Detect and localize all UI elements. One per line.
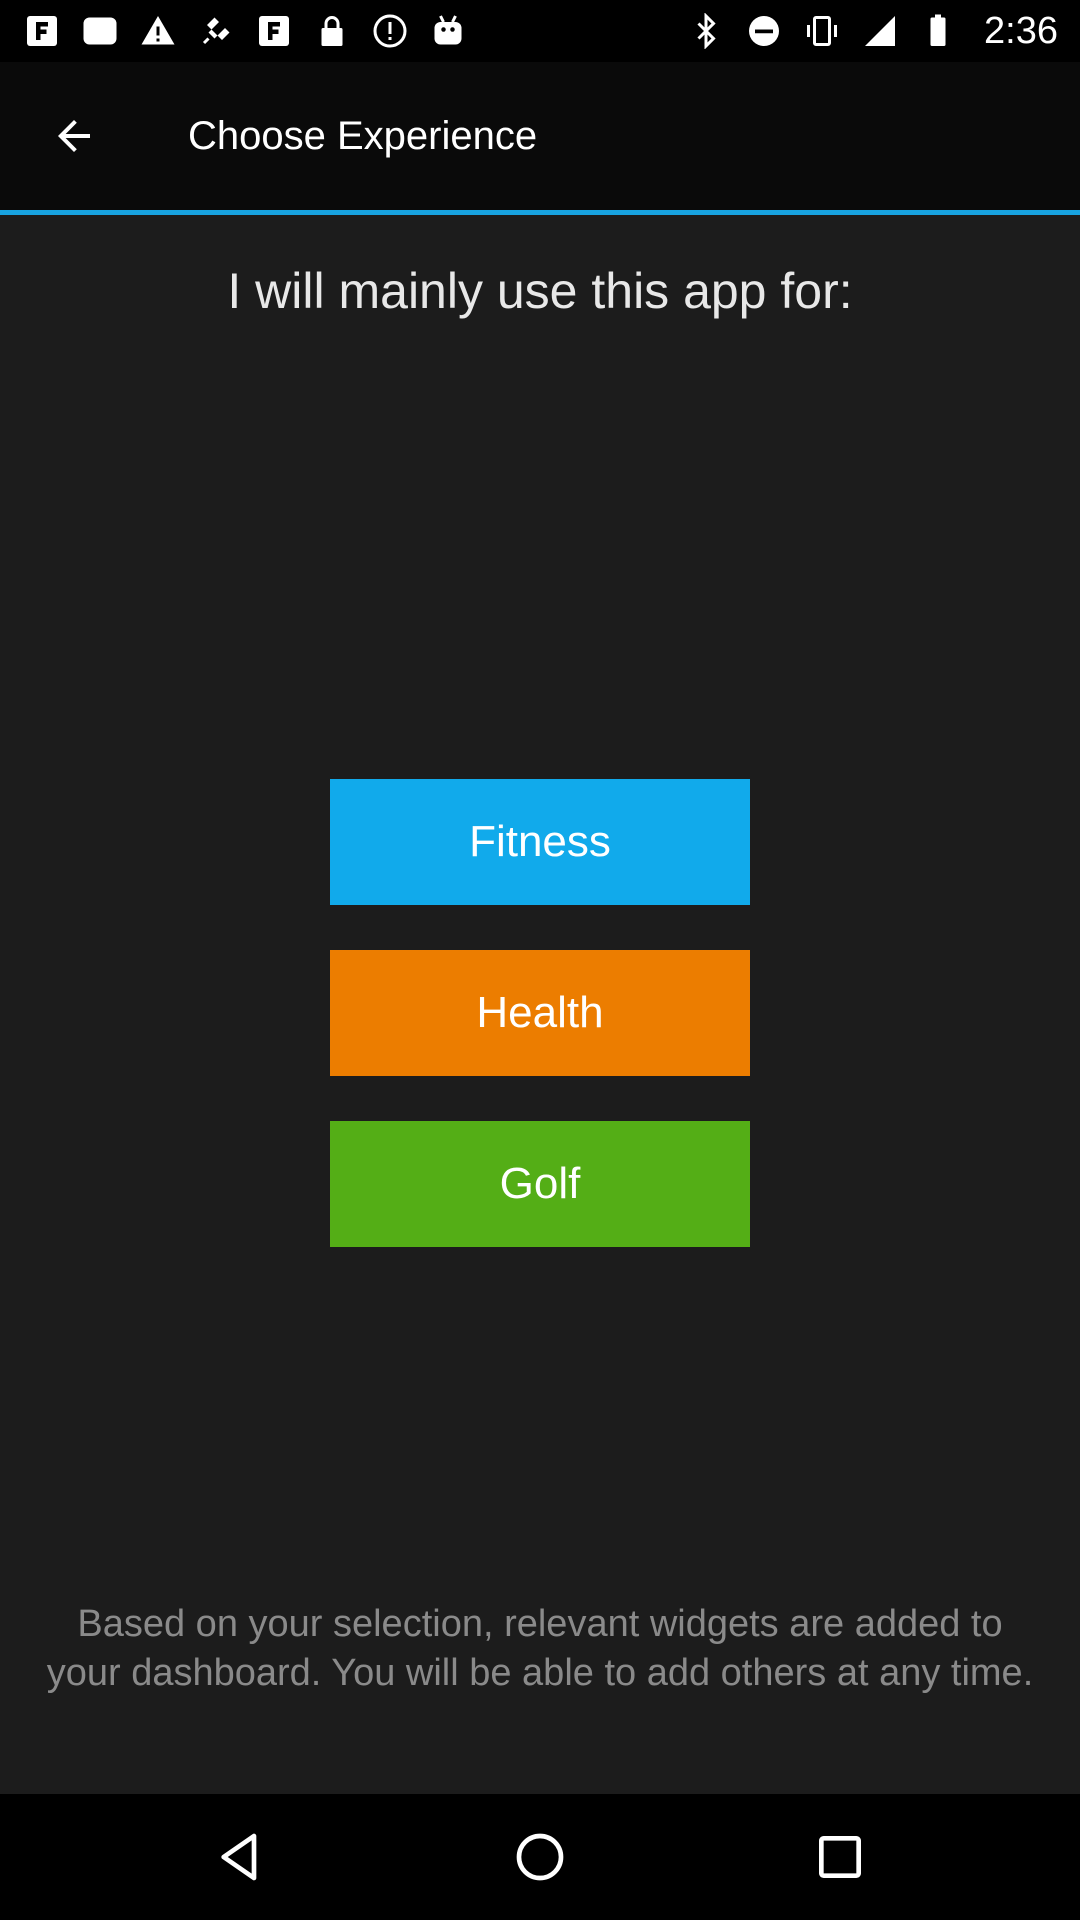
status-system: 2:36 <box>688 10 1058 53</box>
screen: 2:36 Choose Experience I will mainly use… <box>0 0 1080 1920</box>
vibrate-icon <box>804 13 840 49</box>
app-bar-divider <box>0 210 1080 215</box>
bluetooth-icon <box>688 13 724 49</box>
android-icon <box>430 13 466 49</box>
nav-recents-button[interactable] <box>800 1817 880 1897</box>
lock-icon <box>314 13 350 49</box>
nav-back-button[interactable] <box>200 1817 280 1897</box>
golf-button[interactable]: Golf <box>330 1121 750 1247</box>
status-time: 2:36 <box>984 9 1058 52</box>
do-not-disturb-icon <box>746 13 782 49</box>
home-circle-icon <box>516 1833 564 1881</box>
app-bar: Choose Experience <box>0 62 1080 210</box>
alert-icon <box>140 13 176 49</box>
signal-icon <box>862 13 898 49</box>
prompt-text: I will mainly use this app for: <box>227 263 853 319</box>
arrow-left-icon <box>58 120 90 152</box>
battery-icon <box>920 13 956 49</box>
back-triangle-icon <box>221 1833 257 1881</box>
fake-gps-icon <box>198 13 234 49</box>
footer-hint-text: Based on your selection, relevant widget… <box>46 1603 1034 1694</box>
info-icon <box>372 13 408 49</box>
status-bar: 2:36 <box>0 0 1080 62</box>
nav-home-button[interactable] <box>500 1817 580 1897</box>
notification-f-icon <box>24 13 60 49</box>
navigation-bar <box>0 1794 1080 1920</box>
image-icon <box>82 13 118 49</box>
page-title: Choose Experience <box>188 113 538 158</box>
back-button[interactable] <box>38 100 110 172</box>
health-button[interactable]: Health <box>330 950 750 1076</box>
fitness-button[interactable]: Fitness <box>330 779 750 905</box>
notification-f-icon <box>256 13 292 49</box>
status-notifications <box>24 13 466 49</box>
recents-square-icon <box>819 1836 861 1878</box>
